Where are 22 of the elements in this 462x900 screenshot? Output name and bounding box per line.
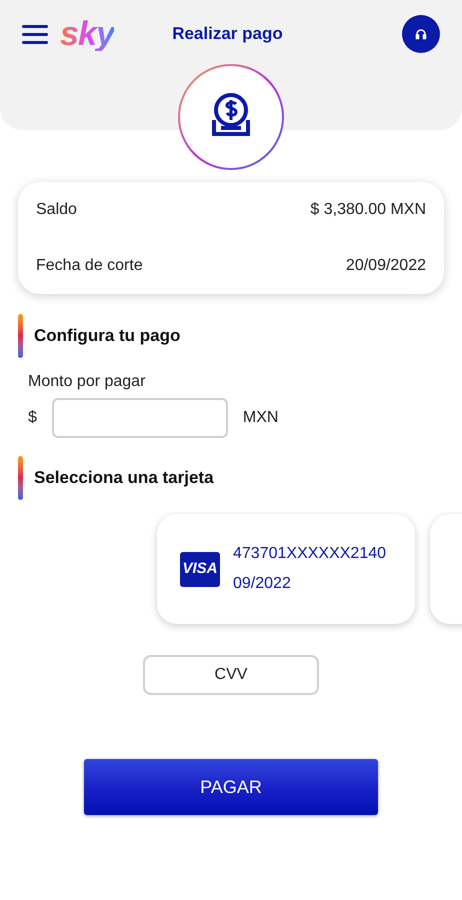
page-title: Realizar pago [172,23,283,46]
headset-icon[interactable] [402,15,440,53]
logo: sky [60,17,114,51]
amount-label: Monto por pagar [28,372,146,392]
card-number: 473701XXXXXX2140 [233,544,386,564]
currency-symbol: $ [28,408,37,428]
section-heading: Selecciona una tarjeta [34,467,214,490]
accent-bar [18,314,23,358]
payment-card[interactable]: VISA 473701XXXXXX2140 09/2022 [157,514,415,624]
summary-value: 20/09/2022 [346,256,426,276]
currency-label: MXN [242,408,278,428]
summary-label: Saldo [36,200,77,220]
cvv-field[interactable]: CVV [143,655,319,695]
card-expiry: 09/2022 [233,574,292,594]
accent-bar [18,456,23,500]
visa-logo: VISA [180,552,220,586]
amount-field[interactable] [52,398,228,438]
menu-icon[interactable] [22,24,48,44]
section-heading: Configura tu pago [34,325,180,348]
summary-value: $ 3,380.00 MXN [310,200,426,220]
summary-label: Fecha de corte [36,256,143,276]
pay-button[interactable]: PAGAR [84,759,378,815]
